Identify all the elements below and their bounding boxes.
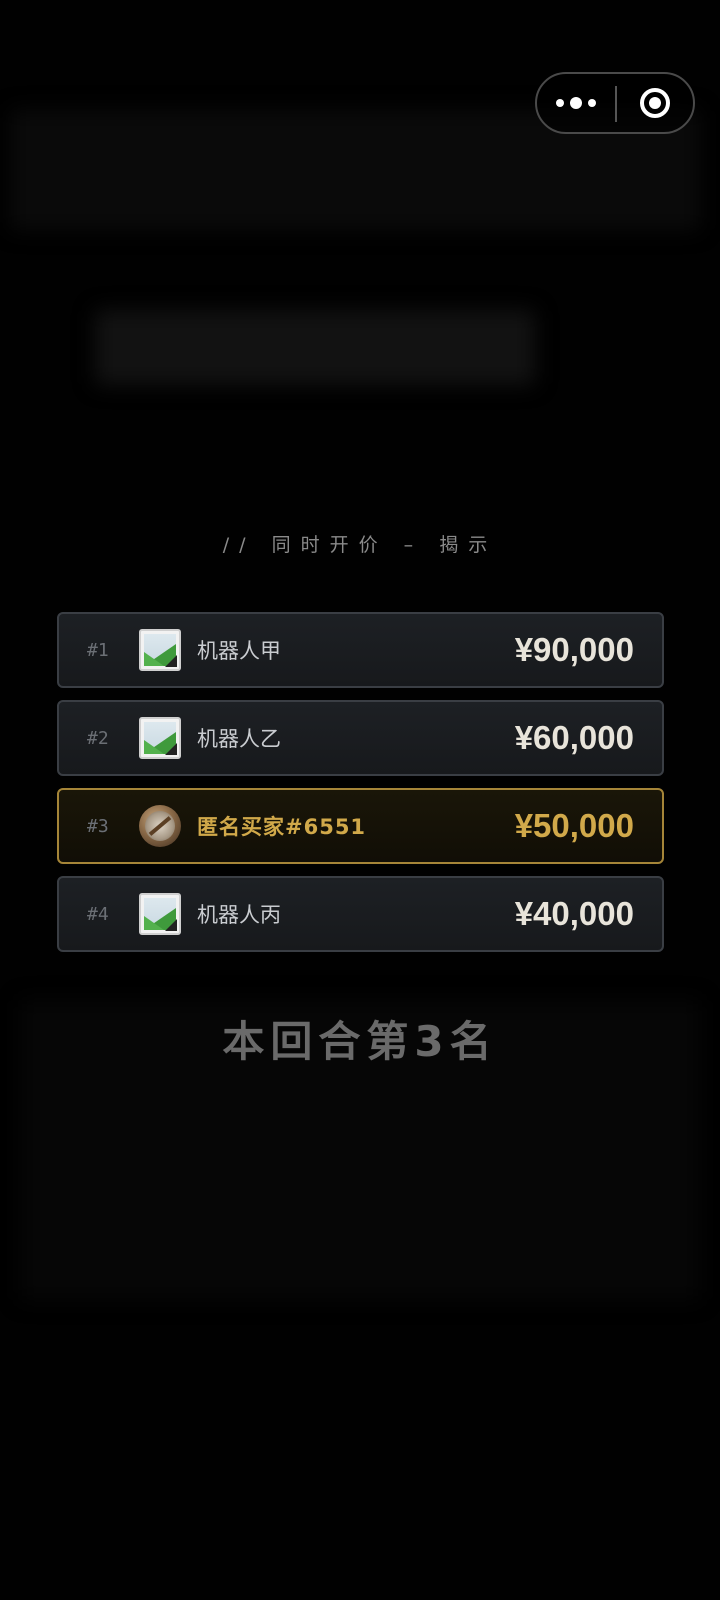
screen: // 同时开价 – 揭示 #1 机器人甲 ¥90,000 #2 机器人乙 ¥60… (0, 0, 720, 1600)
close-button[interactable] (617, 74, 693, 132)
ranking-list: #1 机器人甲 ¥90,000 #2 机器人乙 ¥60,000 #3 匿名买家#… (57, 612, 664, 964)
round-result-text: 本回合第3名 (222, 1017, 498, 1066)
ranking-row: #2 机器人乙 ¥60,000 (57, 700, 664, 776)
bid-price: ¥90,000 (514, 631, 634, 668)
bidder-name: 机器人丙 (197, 903, 281, 927)
rank-number: #4 (87, 903, 109, 925)
image-placeholder-icon (139, 629, 181, 671)
target-circle-core (649, 97, 661, 109)
background-blur-banner (95, 310, 535, 385)
more-dots-icon (556, 99, 564, 107)
rank-number: #2 (87, 727, 109, 749)
more-dot-right (588, 99, 596, 107)
ranking-row: #4 机器人丙 ¥40,000 (57, 876, 664, 952)
bid-price: ¥40,000 (514, 895, 634, 932)
ranking-row-current-user: #3 匿名买家#6551 ¥50,000 (57, 788, 664, 864)
target-circle-icon (640, 88, 670, 118)
mini-program-capsule (535, 72, 695, 134)
coin-avatar-icon (139, 805, 181, 847)
bidder-name: 机器人甲 (197, 639, 281, 663)
rank-number: #1 (87, 639, 109, 661)
image-placeholder-icon (139, 717, 181, 759)
bid-price: ¥60,000 (514, 719, 634, 756)
image-placeholder-icon (139, 893, 181, 935)
bidder-name: 匿名买家#6551 (197, 815, 367, 839)
more-button[interactable] (537, 74, 615, 132)
bid-price: ¥50,000 (514, 807, 634, 844)
bidder-name: 机器人乙 (197, 727, 281, 751)
more-dot-center (570, 97, 582, 109)
reveal-title: // 同时开价 – 揭示 (222, 534, 498, 556)
ranking-row: #1 机器人甲 ¥90,000 (57, 612, 664, 688)
rank-number: #3 (87, 815, 109, 837)
